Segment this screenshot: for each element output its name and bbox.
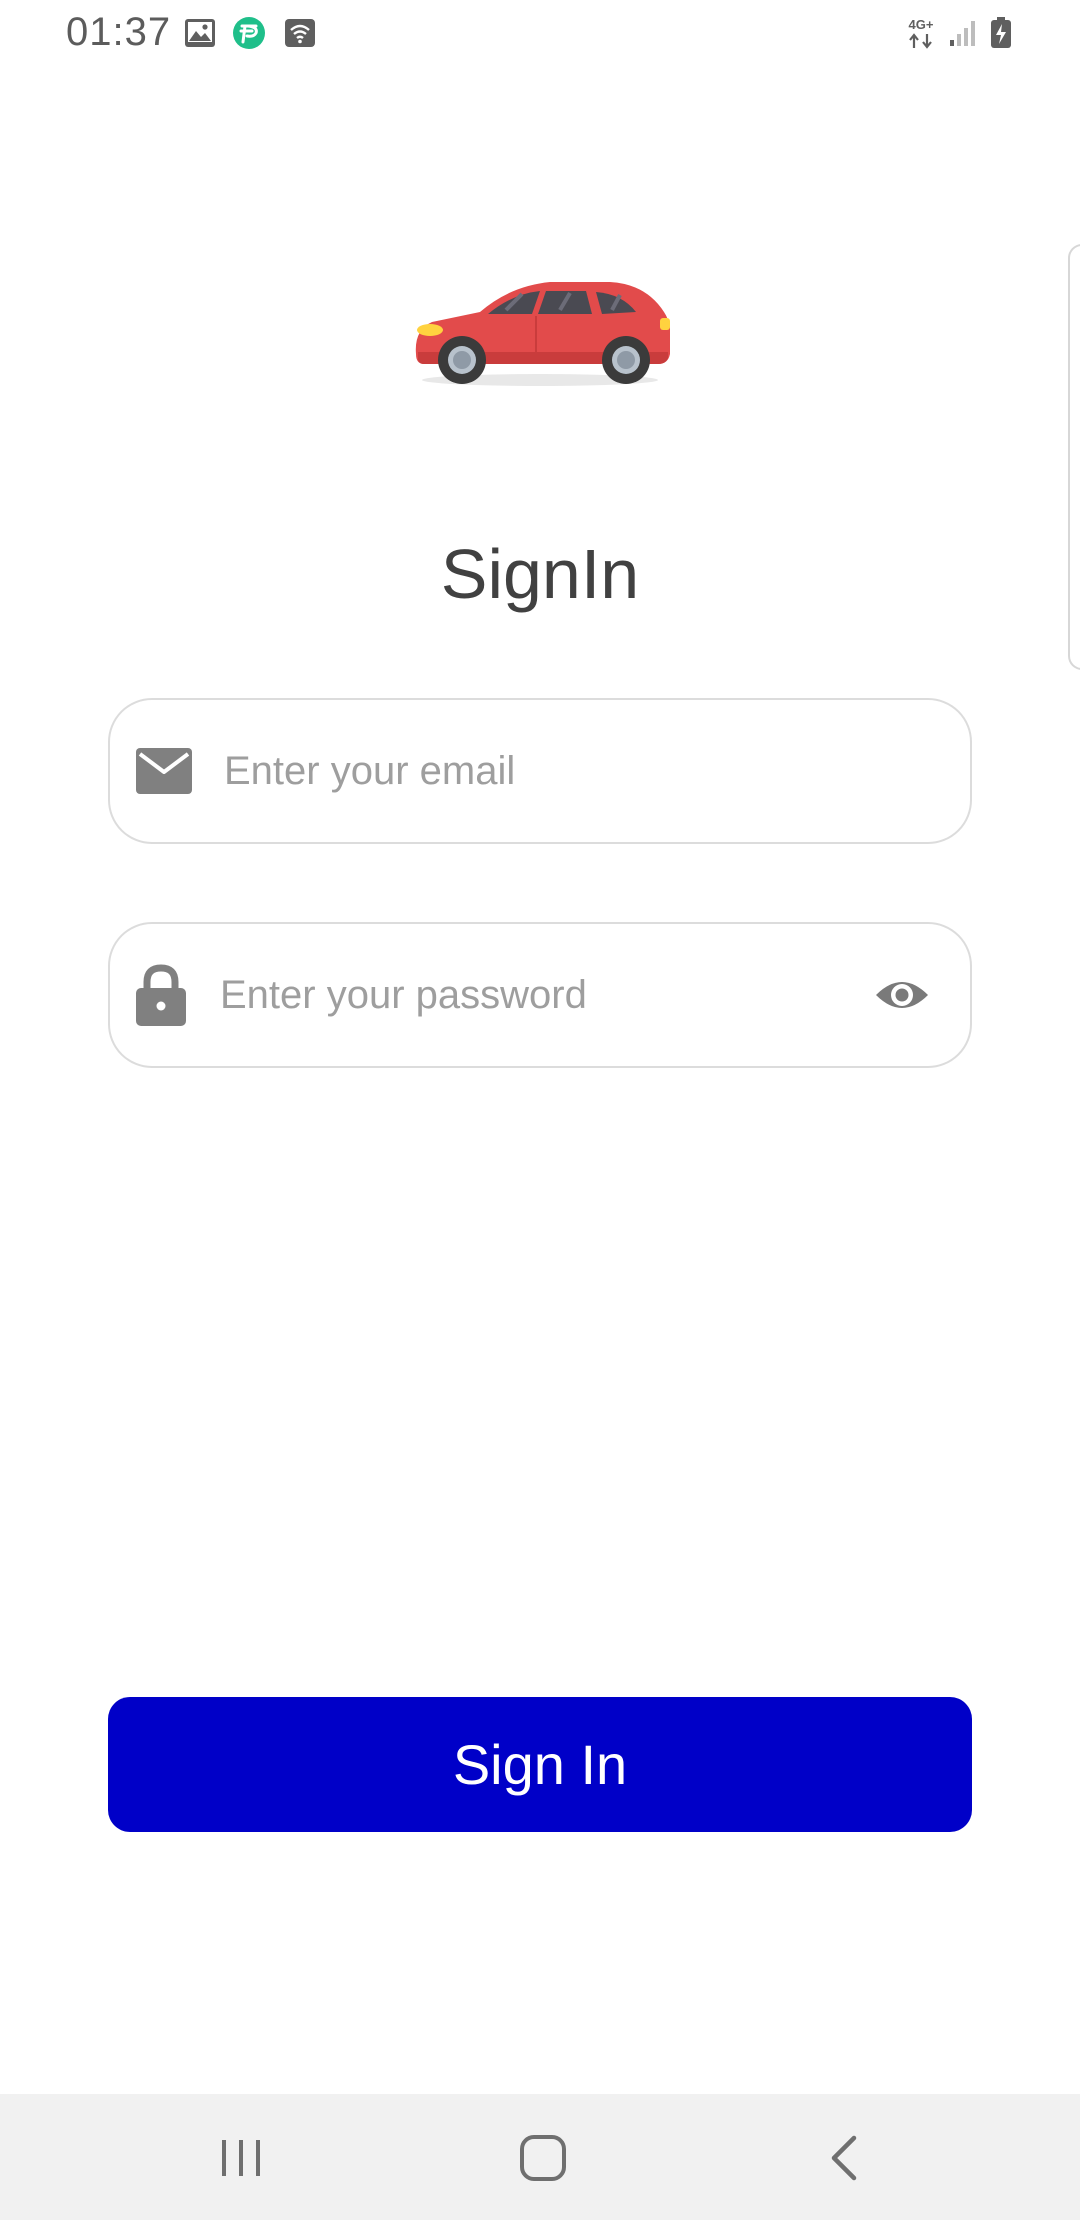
eye-icon[interactable] <box>874 975 930 1015</box>
network-4g-icon: 4G+ <box>903 16 939 50</box>
gallery-icon <box>183 16 217 50</box>
app-notification-icon <box>232 16 266 50</box>
email-input[interactable] <box>224 700 924 842</box>
battery-charging-icon <box>988 16 1014 50</box>
signin-button[interactable]: Sign In <box>108 1697 972 1832</box>
status-bar: 01:37 4G+ <box>0 0 1080 66</box>
lock-icon <box>136 964 186 1026</box>
signal-icon <box>946 16 980 50</box>
email-field[interactable] <box>108 698 972 844</box>
navigation-bar <box>0 2094 1080 2220</box>
back-icon[interactable] <box>816 2130 876 2186</box>
recents-icon[interactable] <box>211 2130 271 2186</box>
wifi-calling-icon <box>283 16 317 50</box>
signin-screen: 01:37 4G+ SignIn Enter your email Sign I… <box>0 0 1080 2220</box>
svg-text:4G+: 4G+ <box>909 17 934 32</box>
password-input[interactable] <box>220 924 840 1066</box>
password-field[interactable] <box>108 922 972 1068</box>
car-logo-icon <box>410 272 670 392</box>
mail-icon <box>136 748 192 794</box>
page-title: SignIn <box>440 535 640 613</box>
status-time: 01:37 <box>66 10 172 54</box>
home-icon[interactable] <box>513 2130 573 2186</box>
